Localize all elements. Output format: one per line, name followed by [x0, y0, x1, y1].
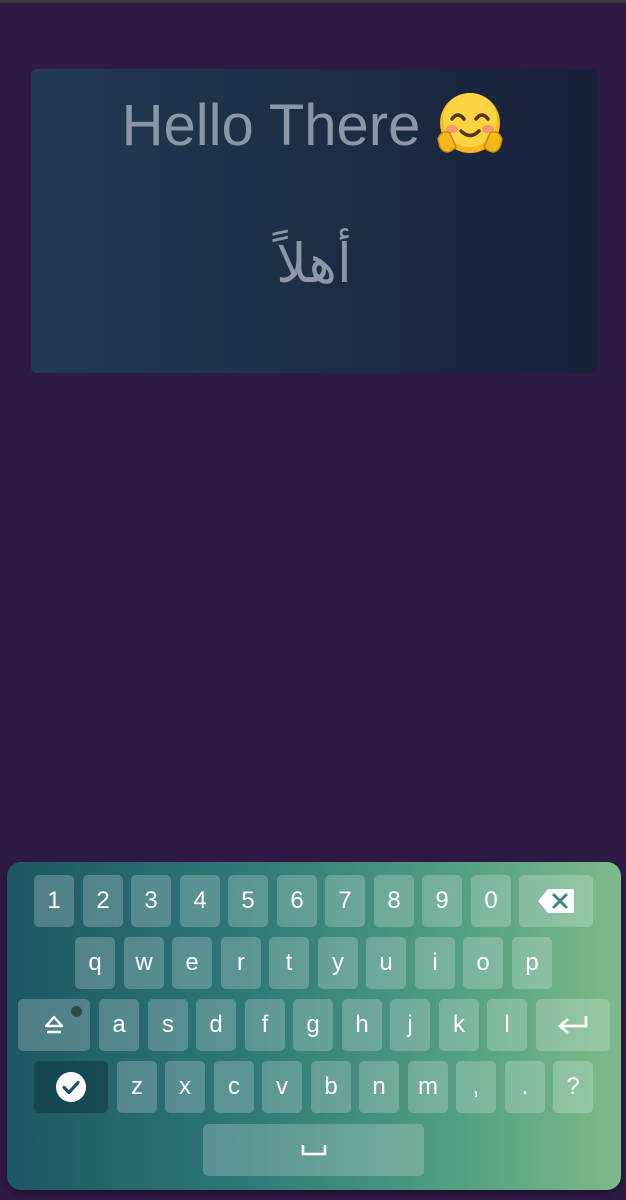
key-m[interactable]: m — [408, 1061, 448, 1113]
greeting-subtitle: أهلاً — [276, 232, 352, 295]
key-s[interactable]: s — [148, 999, 188, 1051]
enter-key[interactable] — [536, 999, 610, 1051]
shift-icon — [44, 1015, 64, 1034]
key-c[interactable]: c — [214, 1061, 254, 1113]
key-comma[interactable]: , — [456, 1061, 496, 1113]
done-key[interactable] — [34, 1061, 108, 1113]
key-l[interactable]: l — [487, 999, 527, 1051]
key-f[interactable]: f — [245, 999, 285, 1051]
key-period[interactable]: . — [505, 1061, 545, 1113]
key-3[interactable]: 3 — [131, 875, 171, 927]
key-e[interactable]: e — [172, 937, 212, 989]
key-p[interactable]: p — [512, 937, 552, 989]
key-d[interactable]: d — [196, 999, 236, 1051]
key-u[interactable]: u — [366, 937, 406, 989]
key-a[interactable]: a — [99, 999, 139, 1051]
key-j[interactable]: j — [390, 999, 430, 1051]
on-screen-keyboard: 1 2 3 4 5 6 7 8 9 0 q w e r t y u i o p … — [7, 862, 621, 1190]
key-k[interactable]: k — [439, 999, 479, 1051]
key-0[interactable]: 0 — [471, 875, 511, 927]
greeting-title-row: Hello There — [31, 89, 597, 161]
shift-indicator-dot — [71, 1006, 82, 1017]
backspace-icon — [538, 889, 574, 913]
key-b[interactable]: b — [311, 1061, 351, 1113]
space-key[interactable] — [203, 1124, 424, 1176]
key-4[interactable]: 4 — [180, 875, 220, 927]
key-w[interactable]: w — [124, 937, 164, 989]
hugging-face-icon — [434, 89, 506, 161]
key-t[interactable]: t — [269, 937, 309, 989]
enter-icon — [557, 1016, 588, 1035]
key-q[interactable]: q — [75, 937, 115, 989]
key-6[interactable]: 6 — [277, 875, 317, 927]
key-1[interactable]: 1 — [34, 875, 74, 927]
key-v[interactable]: v — [262, 1061, 302, 1113]
key-i[interactable]: i — [415, 937, 455, 989]
shift-key[interactable] — [18, 999, 90, 1051]
key-7[interactable]: 7 — [325, 875, 365, 927]
status-bar-edge — [0, 0, 626, 3]
checkmark-icon — [56, 1072, 86, 1102]
key-9[interactable]: 9 — [422, 875, 462, 927]
key-h[interactable]: h — [342, 999, 382, 1051]
key-5[interactable]: 5 — [228, 875, 268, 927]
key-8[interactable]: 8 — [374, 875, 414, 927]
key-x[interactable]: x — [165, 1061, 205, 1113]
greeting-title: Hello There — [121, 92, 421, 158]
key-y[interactable]: y — [318, 937, 358, 989]
key-n[interactable]: n — [359, 1061, 399, 1113]
key-question[interactable]: ? — [553, 1061, 593, 1113]
key-o[interactable]: o — [463, 937, 503, 989]
greeting-card: Hello There أهلاً — [31, 69, 597, 373]
key-r[interactable]: r — [221, 937, 261, 989]
key-2[interactable]: 2 — [83, 875, 123, 927]
key-g[interactable]: g — [293, 999, 333, 1051]
key-z[interactable]: z — [117, 1061, 157, 1113]
space-icon — [301, 1145, 326, 1156]
backspace-key[interactable] — [519, 875, 593, 927]
